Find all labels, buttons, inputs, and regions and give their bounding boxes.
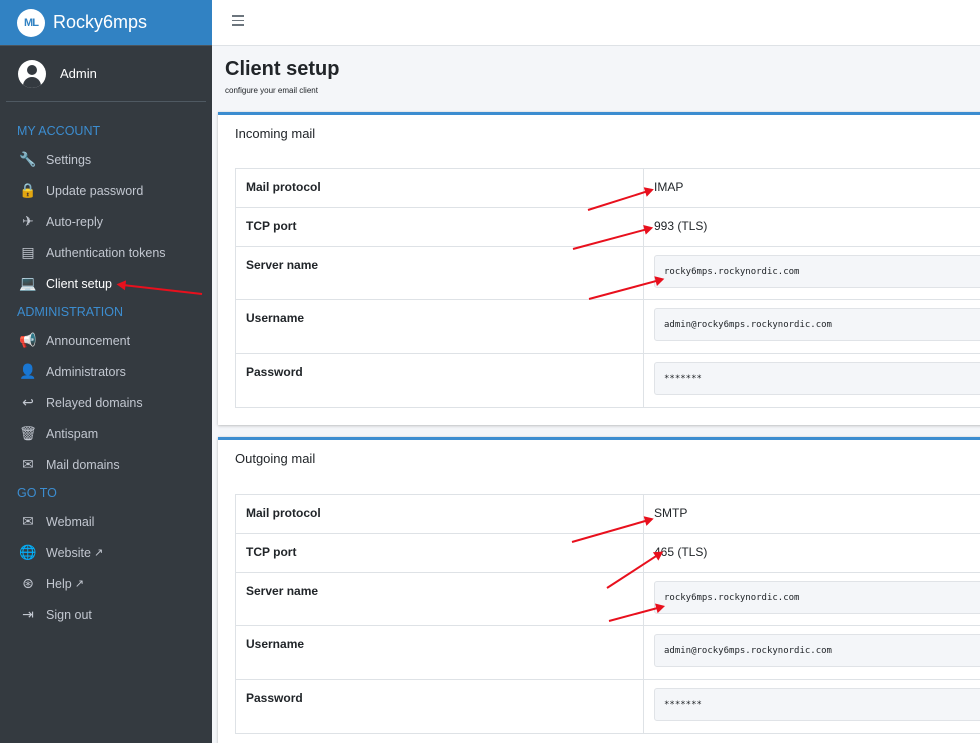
sidebar-item-announcement[interactable]: 📢 Announcement [0,325,212,356]
incoming-mail-card: Incoming mail Mail protocol IMAP TCP por… [218,112,980,425]
table-row: Server name rocky6mps.rockynordic.com [235,246,980,300]
keyboard-icon: ▤ [21,244,35,260]
username-field[interactable]: admin@rocky6mps.rockynordic.com [654,308,980,341]
globe-icon: 🌐 [19,544,37,560]
sidebar-item-client-setup[interactable]: 💻 Client setup [0,268,212,299]
menu-toggle-icon[interactable] [232,15,244,27]
mail-protocol-label: Mail protocol [235,494,644,534]
mail-protocol-label: Mail protocol [235,168,644,208]
nav-header-go-to: GO TO [17,486,57,500]
sidebar-item-settings[interactable]: 🔧 Settings [0,144,212,175]
table-row: Server name rocky6mps.rockynordic.com [235,572,980,626]
topbar [212,0,980,46]
server-name-field[interactable]: rocky6mps.rockynordic.com [654,255,980,288]
tcp-port-value: 465 (TLS) [643,533,980,573]
table-row: Mail protocol SMTP [235,494,980,534]
bullhorn-icon: 📢 [19,332,37,348]
password-field[interactable]: ******* [654,362,980,395]
sidebar-item-webmail[interactable]: ✉ Webmail [0,506,212,537]
sidebar-item-auto-reply[interactable]: ✈ Auto-reply [0,206,212,237]
brand-link[interactable]: ML Rocky6mps [0,0,212,46]
user-icon: 👤 [19,363,37,379]
sign-out-icon: ⇥ [22,606,34,622]
envelope-outline-icon: ✉ [22,513,34,529]
sidebar-item-help[interactable]: ⊛ Help ↗ [0,568,212,599]
trash-icon: 🗑 [19,425,37,441]
mail-protocol-value: IMAP [643,168,980,208]
table-row: Username admin@rocky6mps.rockynordic.com [235,625,980,680]
sidebar-item-sign-out[interactable]: ⇥ Sign out [0,599,212,630]
lock-icon: 🔒 [19,182,37,198]
life-ring-icon: ⊛ [22,575,34,591]
page-title: Client setup [225,58,340,80]
tcp-port-value: 993 (TLS) [643,207,980,247]
user-panel[interactable]: Admin [6,46,206,102]
reply-all-icon: ↩ [22,394,34,410]
nav-header-my-account: MY ACCOUNT [17,124,101,138]
envelope-icon: ✉ [22,456,34,472]
page-subtitle: configure your email client [225,86,318,95]
username-label: Username [235,299,644,354]
tcp-port-label: TCP port [235,207,644,247]
outgoing-mail-card: Outgoing mail Mail protocol SMTP TCP por… [218,437,980,743]
external-link-icon: ↗ [74,578,84,590]
sidebar-item-mail-domains[interactable]: ✉ Mail domains [0,449,212,480]
sidebar-item-website[interactable]: 🌐 Website ↗ [0,537,212,568]
server-name-field[interactable]: rocky6mps.rockynordic.com [654,581,980,614]
nav-header-administration: ADMINISTRATION [17,305,124,319]
sidebar-item-administrators[interactable]: 👤 Administrators [0,356,212,387]
table-row: TCP port 465 (TLS) [235,533,980,573]
sidebar-item-authentication-tokens[interactable]: ▤ Authentication tokens [0,237,212,268]
user-name: Admin [60,66,97,81]
server-name-label: Server name [235,572,644,626]
sidebar: ML Rocky6mps Admin MY ACCOUNT 🔧 Settings … [0,0,212,743]
mail-protocol-value: SMTP [643,494,980,534]
laptop-icon: 💻 [19,275,37,291]
table-row: Password ******* [235,353,980,408]
username-field[interactable]: admin@rocky6mps.rockynordic.com [654,634,980,667]
user-avatar-icon [18,59,46,88]
incoming-mail-title: Incoming mail [235,126,316,141]
server-name-label: Server name [235,246,644,300]
plane-icon: ✈ [22,213,34,229]
sidebar-item-update-password[interactable]: 🔒 Update password [0,175,212,206]
password-label: Password [235,353,644,408]
table-row: Username admin@rocky6mps.rockynordic.com [235,299,980,354]
brand-name: Rocky6mps [53,12,148,32]
password-field[interactable]: ******* [654,688,980,721]
external-link-icon: ↗ [93,547,104,559]
password-label: Password [235,679,644,734]
outgoing-mail-title: Outgoing mail [235,451,316,466]
username-label: Username [235,625,644,680]
sidebar-item-relayed-domains[interactable]: ↩ Relayed domains [0,387,212,418]
wrench-icon: 🔧 [19,151,37,167]
sidebar-item-antispam[interactable]: 🗑 Antispam [0,418,212,449]
table-row: Password ******* [235,679,980,734]
brand-logo: ML [17,8,45,37]
